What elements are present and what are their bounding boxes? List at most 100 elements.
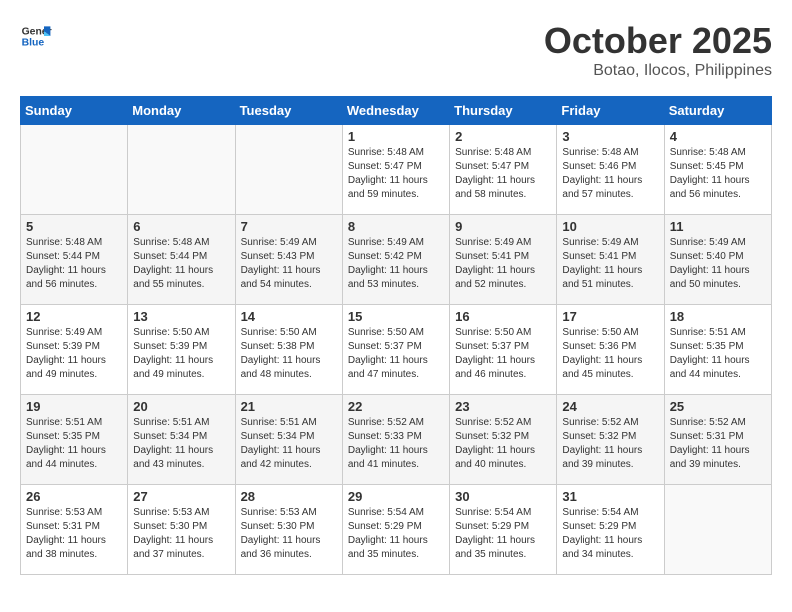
cell-info: Sunrise: 5:49 AM Sunset: 5:40 PM Dayligh… bbox=[670, 236, 766, 292]
day-header-friday: Friday bbox=[557, 97, 664, 125]
day-number: 7 bbox=[241, 219, 337, 234]
cell-info: Sunrise: 5:49 AM Sunset: 5:41 PM Dayligh… bbox=[562, 236, 658, 292]
day-number: 13 bbox=[133, 309, 229, 324]
day-number: 16 bbox=[455, 309, 551, 324]
cell-info: Sunrise: 5:50 AM Sunset: 5:37 PM Dayligh… bbox=[455, 326, 551, 382]
calendar-cell: 30Sunrise: 5:54 AM Sunset: 5:29 PM Dayli… bbox=[450, 485, 557, 575]
cell-info: Sunrise: 5:52 AM Sunset: 5:32 PM Dayligh… bbox=[562, 416, 658, 472]
cell-info: Sunrise: 5:51 AM Sunset: 5:34 PM Dayligh… bbox=[133, 416, 229, 472]
cell-info: Sunrise: 5:50 AM Sunset: 5:38 PM Dayligh… bbox=[241, 326, 337, 382]
day-header-sunday: Sunday bbox=[21, 97, 128, 125]
calendar-cell: 1Sunrise: 5:48 AM Sunset: 5:47 PM Daylig… bbox=[342, 125, 449, 215]
cell-info: Sunrise: 5:52 AM Sunset: 5:32 PM Dayligh… bbox=[455, 416, 551, 472]
cell-info: Sunrise: 5:49 AM Sunset: 5:39 PM Dayligh… bbox=[26, 326, 122, 382]
logo: General Blue bbox=[20, 20, 52, 52]
cell-info: Sunrise: 5:53 AM Sunset: 5:31 PM Dayligh… bbox=[26, 506, 122, 562]
day-header-wednesday: Wednesday bbox=[342, 97, 449, 125]
calendar-cell: 24 Sunrise: 5:52 AM Sunset: 5:32 PM Dayli… bbox=[557, 395, 664, 485]
day-number: 30 bbox=[455, 489, 551, 504]
calendar-cell: 28 Sunrise: 5:53 AM Sunset: 5:30 PM Dayli… bbox=[235, 485, 342, 575]
calendar-cell: 7 Sunrise: 5:49 AM Sunset: 5:43 PM Daylig… bbox=[235, 215, 342, 305]
calendar-cell: 8Sunrise: 5:49 AM Sunset: 5:42 PM Daylig… bbox=[342, 215, 449, 305]
calendar-cell bbox=[128, 125, 235, 215]
cell-info: Sunrise: 5:48 AM Sunset: 5:46 PM Dayligh… bbox=[562, 146, 658, 202]
calendar-cell: 23Sunrise: 5:52 AM Sunset: 5:32 PM Dayli… bbox=[450, 395, 557, 485]
cell-info: Sunrise: 5:48 AM Sunset: 5:47 PM Dayligh… bbox=[455, 146, 551, 202]
calendar-cell: 29Sunrise: 5:54 AM Sunset: 5:29 PM Dayli… bbox=[342, 485, 449, 575]
cell-info: Sunrise: 5:48 AM Sunset: 5:47 PM Dayligh… bbox=[348, 146, 444, 202]
calendar-cell: 11 Sunrise: 5:49 AM Sunset: 5:40 PM Dayli… bbox=[664, 215, 771, 305]
cell-info: Sunrise: 5:48 AM Sunset: 5:45 PM Dayligh… bbox=[670, 146, 766, 202]
calendar-week-row: 12 Sunrise: 5:49 AM Sunset: 5:39 PM Dayli… bbox=[21, 305, 772, 395]
calendar-week-row: 26 Sunrise: 5:53 AM Sunset: 5:31 PM Dayli… bbox=[21, 485, 772, 575]
day-number: 29 bbox=[348, 489, 444, 504]
cell-info: Sunrise: 5:53 AM Sunset: 5:30 PM Dayligh… bbox=[241, 506, 337, 562]
calendar-cell: 26 Sunrise: 5:53 AM Sunset: 5:31 PM Dayli… bbox=[21, 485, 128, 575]
day-number: 24 bbox=[562, 399, 658, 414]
calendar-cell bbox=[235, 125, 342, 215]
cell-info: Sunrise: 5:53 AM Sunset: 5:30 PM Dayligh… bbox=[133, 506, 229, 562]
day-number: 10 bbox=[562, 219, 658, 234]
cell-info: Sunrise: 5:48 AM Sunset: 5:44 PM Dayligh… bbox=[26, 236, 122, 292]
calendar-header-row: SundayMondayTuesdayWednesdayThursdayFrid… bbox=[21, 97, 772, 125]
cell-info: Sunrise: 5:49 AM Sunset: 5:41 PM Dayligh… bbox=[455, 236, 551, 292]
day-number: 28 bbox=[241, 489, 337, 504]
calendar-cell: 5 Sunrise: 5:48 AM Sunset: 5:44 PM Daylig… bbox=[21, 215, 128, 305]
calendar-cell: 3Sunrise: 5:48 AM Sunset: 5:46 PM Daylig… bbox=[557, 125, 664, 215]
calendar-cell: 2 Sunrise: 5:48 AM Sunset: 5:47 PM Daylig… bbox=[450, 125, 557, 215]
calendar-table: SundayMondayTuesdayWednesdayThursdayFrid… bbox=[20, 96, 772, 575]
cell-info: Sunrise: 5:52 AM Sunset: 5:31 PM Dayligh… bbox=[670, 416, 766, 472]
day-header-monday: Monday bbox=[128, 97, 235, 125]
day-number: 21 bbox=[241, 399, 337, 414]
day-number: 26 bbox=[26, 489, 122, 504]
day-number: 9 bbox=[455, 219, 551, 234]
day-number: 8 bbox=[348, 219, 444, 234]
cell-info: Sunrise: 5:50 AM Sunset: 5:36 PM Dayligh… bbox=[562, 326, 658, 382]
calendar-cell: 25 Sunrise: 5:52 AM Sunset: 5:31 PM Dayli… bbox=[664, 395, 771, 485]
calendar-cell bbox=[21, 125, 128, 215]
cell-info: Sunrise: 5:49 AM Sunset: 5:43 PM Dayligh… bbox=[241, 236, 337, 292]
day-header-saturday: Saturday bbox=[664, 97, 771, 125]
day-number: 18 bbox=[670, 309, 766, 324]
day-number: 17 bbox=[562, 309, 658, 324]
calendar-cell: 12 Sunrise: 5:49 AM Sunset: 5:39 PM Dayli… bbox=[21, 305, 128, 395]
calendar-week-row: 1Sunrise: 5:48 AM Sunset: 5:47 PM Daylig… bbox=[21, 125, 772, 215]
cell-info: Sunrise: 5:54 AM Sunset: 5:29 PM Dayligh… bbox=[562, 506, 658, 562]
calendar-cell: 19 Sunrise: 5:51 AM Sunset: 5:35 PM Dayli… bbox=[21, 395, 128, 485]
calendar-week-row: 19 Sunrise: 5:51 AM Sunset: 5:35 PM Dayli… bbox=[21, 395, 772, 485]
day-number: 11 bbox=[670, 219, 766, 234]
day-number: 22 bbox=[348, 399, 444, 414]
cell-info: Sunrise: 5:51 AM Sunset: 5:34 PM Dayligh… bbox=[241, 416, 337, 472]
cell-info: Sunrise: 5:51 AM Sunset: 5:35 PM Dayligh… bbox=[26, 416, 122, 472]
location: Botao, Ilocos, Philippines bbox=[544, 62, 772, 80]
day-number: 2 bbox=[455, 129, 551, 144]
logo-icon: General Blue bbox=[20, 20, 52, 52]
day-header-thursday: Thursday bbox=[450, 97, 557, 125]
day-number: 25 bbox=[670, 399, 766, 414]
day-number: 4 bbox=[670, 129, 766, 144]
page-header: General Blue October 2025 Botao, Ilocos,… bbox=[20, 20, 772, 80]
calendar-cell bbox=[664, 485, 771, 575]
calendar-cell: 15 Sunrise: 5:50 AM Sunset: 5:37 PM Dayli… bbox=[342, 305, 449, 395]
day-header-tuesday: Tuesday bbox=[235, 97, 342, 125]
cell-info: Sunrise: 5:52 AM Sunset: 5:33 PM Dayligh… bbox=[348, 416, 444, 472]
calendar-cell: 16 Sunrise: 5:50 AM Sunset: 5:37 PM Dayli… bbox=[450, 305, 557, 395]
day-number: 31 bbox=[562, 489, 658, 504]
day-number: 19 bbox=[26, 399, 122, 414]
month-title: October 2025 bbox=[544, 20, 772, 62]
day-number: 5 bbox=[26, 219, 122, 234]
day-number: 12 bbox=[26, 309, 122, 324]
cell-info: Sunrise: 5:51 AM Sunset: 5:35 PM Dayligh… bbox=[670, 326, 766, 382]
day-number: 15 bbox=[348, 309, 444, 324]
cell-info: Sunrise: 5:50 AM Sunset: 5:37 PM Dayligh… bbox=[348, 326, 444, 382]
day-number: 20 bbox=[133, 399, 229, 414]
calendar-cell: 13 Sunrise: 5:50 AM Sunset: 5:39 PM Dayli… bbox=[128, 305, 235, 395]
calendar-cell: 9 Sunrise: 5:49 AM Sunset: 5:41 PM Daylig… bbox=[450, 215, 557, 305]
calendar-cell: 18 Sunrise: 5:51 AM Sunset: 5:35 PM Dayli… bbox=[664, 305, 771, 395]
calendar-cell: 17 Sunrise: 5:50 AM Sunset: 5:36 PM Dayli… bbox=[557, 305, 664, 395]
title-block: October 2025 Botao, Ilocos, Philippines bbox=[544, 20, 772, 80]
cell-info: Sunrise: 5:50 AM Sunset: 5:39 PM Dayligh… bbox=[133, 326, 229, 382]
calendar-cell: 10 Sunrise: 5:49 AM Sunset: 5:41 PM Dayli… bbox=[557, 215, 664, 305]
calendar-week-row: 5 Sunrise: 5:48 AM Sunset: 5:44 PM Daylig… bbox=[21, 215, 772, 305]
calendar-cell: 22 Sunrise: 5:52 AM Sunset: 5:33 PM Dayli… bbox=[342, 395, 449, 485]
